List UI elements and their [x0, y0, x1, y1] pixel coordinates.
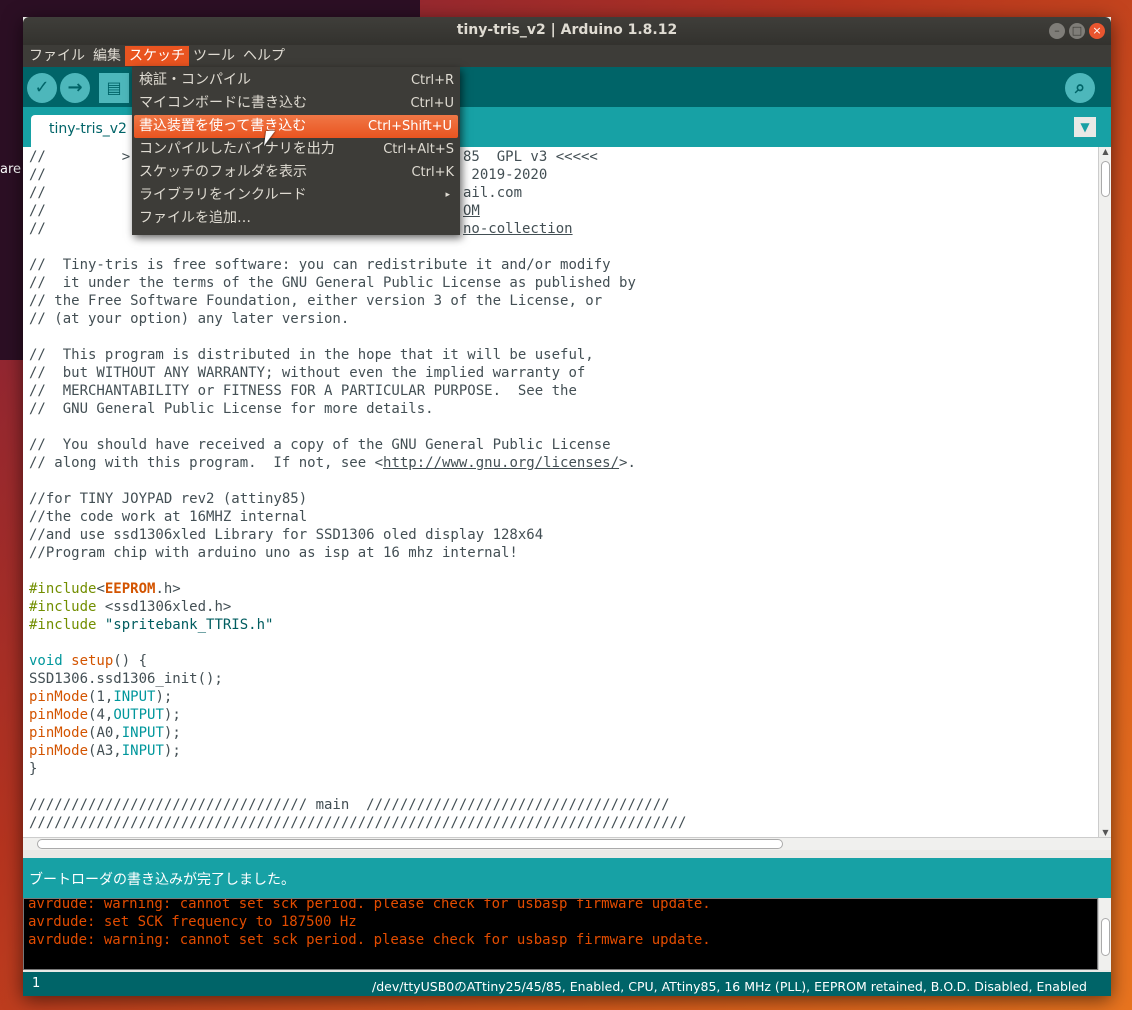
panel-divider[interactable]	[23, 850, 1111, 858]
code-line: // This program is distributed in the ho…	[29, 347, 594, 363]
maximize-icon[interactable]: □	[1069, 23, 1085, 39]
status-message: ブートローダの書き込みが完了しました。	[29, 872, 295, 888]
shortcut-label: Ctrl+R	[410, 73, 454, 88]
code-editor[interactable]: // > // // // // 85 GPL v3 <<<<< 2019-20…	[23, 147, 1098, 837]
upload-button[interactable]: →	[60, 73, 90, 103]
scroll-up-icon[interactable]: ▲	[1099, 147, 1112, 156]
status-bar: ブートローダの書き込みが完了しました。	[23, 858, 1111, 898]
code-line: // but WITHOUT ANY WARRANTY; without eve…	[29, 365, 586, 381]
code-line: ///////////////////////////////// main /…	[29, 797, 670, 813]
code-line: void setup() {	[29, 653, 148, 669]
code-fragment: no-collection	[463, 221, 573, 237]
console-output[interactable]: avrdude: warning: cannot set sck period.…	[23, 898, 1098, 970]
desktop-partial-text: are	[0, 162, 22, 177]
editor-horizontal-scrollbar[interactable]	[23, 837, 1111, 850]
menu-bar: ファイル 編集 スケッチ ツール ヘルプ	[23, 45, 1111, 67]
serial-monitor-icon[interactable]: ⌕	[1065, 73, 1095, 103]
code-line: ////////////////////////////////////////…	[29, 815, 687, 831]
window-controls: – □ ×	[1049, 23, 1105, 39]
code-line: //	[29, 167, 46, 183]
code-line: pinMode(1,INPUT);	[29, 689, 173, 705]
editor-vertical-scrollbar[interactable]: ▲ ▼	[1098, 147, 1111, 837]
code-line: SSD1306.ssd1306_init();	[29, 671, 223, 687]
menu-sketch[interactable]: スケッチ	[125, 46, 189, 66]
code-line: //and use ssd1306xled Library for SSD130…	[29, 527, 544, 543]
shortcut-label: Ctrl+Alt+S	[383, 142, 454, 157]
code-line: // it under the terms of the GNU General…	[29, 275, 636, 291]
code-line: //	[29, 203, 46, 219]
menu-item-export-binary[interactable]: コンパイルしたバイナリを出力 Ctrl+Alt+S	[132, 138, 460, 161]
menu-help[interactable]: ヘルプ	[239, 46, 289, 66]
code-line: //	[29, 185, 46, 201]
scroll-thumb[interactable]	[37, 839, 783, 849]
code-line: // Tiny-tris is free software: you can r…	[29, 257, 611, 273]
code-line: // >	[29, 149, 131, 165]
board-info: /dev/ttyUSB0のATtiny25/45/85, Enabled, CP…	[372, 979, 1087, 994]
code-line: // along with this program. If not, see …	[29, 455, 636, 471]
code-line: //Program chip with arduino uno as isp a…	[29, 545, 518, 561]
title-bar[interactable]: tiny-tris_v2 | Arduino 1.8.12 – □ ×	[23, 17, 1111, 45]
code-line: pinMode(4,OUTPUT);	[29, 707, 181, 723]
code-line: // GNU General Public License for more d…	[29, 401, 434, 417]
window-title: tiny-tris_v2 | Arduino 1.8.12	[456, 22, 678, 38]
code-line: // (at your option) any later version.	[29, 311, 350, 327]
code-line: // the Free Software Foundation, either …	[29, 293, 603, 309]
scroll-thumb[interactable]	[1101, 918, 1110, 956]
code-line: #include<EEPROM.h>	[29, 581, 181, 597]
menu-item-show-sketch-folder[interactable]: スケッチのフォルダを表示 Ctrl+K	[132, 161, 460, 184]
code-line: //for TINY JOYPAD rev2 (attiny85)	[29, 491, 308, 507]
code-line: //the code work at 16MHZ internal	[29, 509, 308, 525]
console-line: avrdude: set SCK frequency to 187500 Hz	[28, 914, 357, 930]
code-line: #include <ssd1306xled.h>	[29, 599, 232, 615]
menu-item-include-library[interactable]: ライブラリをインクルード ▸	[132, 184, 460, 207]
code-line: pinMode(A3,INPUT);	[29, 743, 181, 759]
code-line: // You should have received a copy of th…	[29, 437, 611, 453]
code-fragment: ail.com	[463, 185, 523, 201]
shortcut-label: Ctrl+U	[410, 96, 454, 111]
menu-item-verify-compile[interactable]: 検証・コンパイル Ctrl+R	[132, 69, 460, 92]
menu-tools[interactable]: ツール	[189, 46, 239, 66]
menu-edit[interactable]: 編集	[89, 46, 125, 66]
minimize-icon[interactable]: –	[1049, 23, 1065, 39]
close-icon[interactable]: ×	[1089, 23, 1105, 39]
license-link[interactable]: http://www.gnu.org/licenses/	[383, 455, 619, 471]
menu-item-add-file[interactable]: ファイルを追加…	[132, 207, 460, 230]
code-line: #include "spritebank_TTRIS.h"	[29, 617, 274, 633]
code-line: }	[29, 761, 38, 777]
scroll-thumb[interactable]	[1101, 161, 1110, 197]
code-fragment: 2019-2020	[463, 167, 548, 183]
scroll-down-icon[interactable]: ▼	[1099, 828, 1112, 837]
submenu-arrow-icon: ▸	[445, 190, 450, 200]
line-number: 1	[32, 976, 41, 991]
footer-bar: 1 /dev/ttyUSB0のATtiny25/45/85, Enabled, …	[23, 972, 1111, 996]
console-scrollbar[interactable]	[1098, 898, 1111, 970]
console-line: avrdude: warning: cannot set sck period.…	[28, 898, 711, 912]
tab-menu-icon[interactable]: ▼	[1074, 117, 1096, 137]
shortcut-label: Ctrl+Shift+U	[368, 119, 452, 134]
sketch-menu-dropdown: 検証・コンパイル Ctrl+R マイコンボードに書き込む Ctrl+U 書込装置を使…	[132, 67, 460, 235]
code-line: pinMode(A0,INPUT);	[29, 725, 181, 741]
console-line: avrdude: warning: cannot set sck period.…	[28, 932, 711, 948]
new-sketch-icon[interactable]: ▤	[99, 73, 129, 103]
verify-button[interactable]: ✓	[27, 73, 57, 103]
code-line: //	[29, 221, 46, 237]
tab-tiny-tris-v2[interactable]: tiny-tris_v2	[31, 115, 137, 147]
menu-item-upload-using-programmer[interactable]: 書込装置を使って書き込む Ctrl+Shift+U	[134, 115, 458, 138]
menu-file[interactable]: ファイル	[25, 46, 89, 66]
code-line: // MERCHANTABILITY or FITNESS FOR A PART…	[29, 383, 577, 399]
code-fragment: OM	[463, 203, 480, 219]
shortcut-label: Ctrl+K	[411, 165, 454, 180]
code-fragment: 85 GPL v3 <<<<<	[463, 149, 598, 165]
menu-item-upload[interactable]: マイコンボードに書き込む Ctrl+U	[132, 92, 460, 115]
